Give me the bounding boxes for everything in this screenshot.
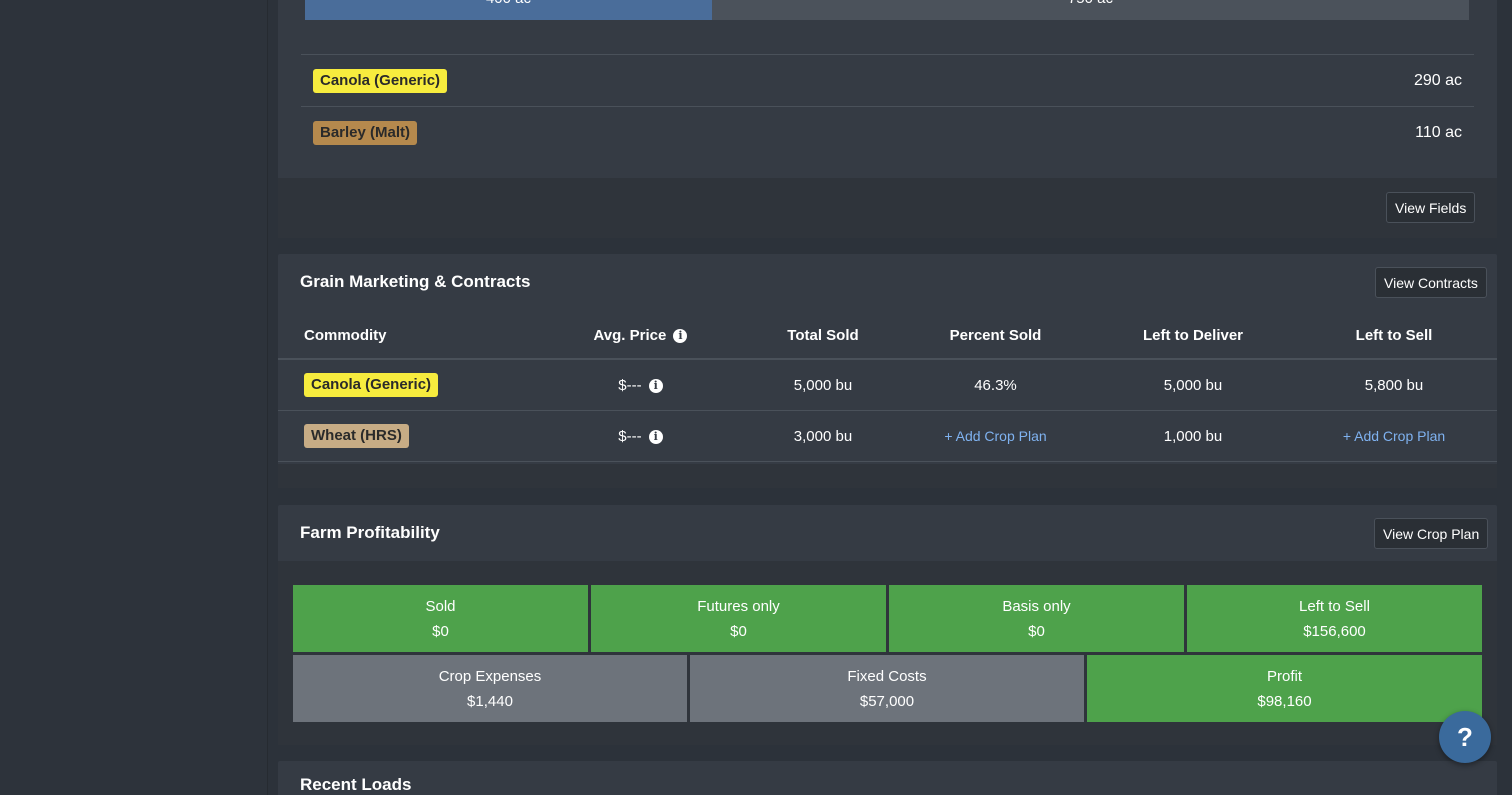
info-icon[interactable]: i [673, 328, 688, 343]
header-avg-price: Avg. Price i [538, 327, 743, 344]
fixed-costs-tile: Fixed Costs $57,000 [690, 655, 1084, 722]
table-row: Wheat (HRS) $--- i 3,000 bu + Add Crop P… [278, 411, 1497, 462]
header-left-to-deliver: Left to Deliver [1142, 326, 1244, 344]
tile-value: $0 [1028, 622, 1045, 640]
left-to-deliver-cell: 5,000 bu [1163, 376, 1223, 394]
avg-price-cell: $--- i [538, 428, 743, 445]
commodity-cell: Canola (Generic) [278, 373, 538, 397]
recent-loads-title: Recent Loads [300, 775, 412, 794]
tile-label: Fixed Costs [847, 667, 927, 685]
tile-value: $57,000 [859, 692, 915, 710]
header-commodity: Commodity [304, 326, 387, 344]
acreage-bar: 400 ac 750 ac [305, 0, 1469, 20]
avg-price-value: $--- [618, 427, 642, 445]
add-crop-plan-link[interactable]: + Add Crop Plan [944, 428, 1046, 444]
crop-acres: 290 ac [1413, 71, 1462, 89]
crop-badge-wheat: Wheat (HRS) [304, 424, 409, 448]
tile-label: Basis only [1002, 597, 1071, 615]
crop-badge-canola: Canola (Generic) [304, 373, 439, 397]
tile-value: $0 [432, 622, 449, 640]
fields-card: 400 ac 750 ac Canola (Generic) 290 ac Ba… [278, 0, 1497, 238]
acreage-segment-planned: 400 ac [305, 0, 712, 20]
view-crop-plan-button[interactable]: View Crop Plan [1374, 518, 1489, 549]
farm-profitability-card: Farm Profitability View Crop Plan Sold $… [278, 505, 1497, 745]
profit-tile: Profit $98,160 [1087, 655, 1482, 722]
help-button[interactable]: ? [1439, 711, 1491, 763]
left-to-sell-cell: + Add Crop Plan [1298, 428, 1490, 445]
grain-marketing-title: Grain Marketing & Contracts [300, 272, 531, 291]
header-total-sold: Total Sold [787, 326, 859, 344]
sidebar [0, 0, 268, 795]
grain-marketing-card: Grain Marketing & Contracts View Contrac… [278, 254, 1497, 488]
tile-label: Crop Expenses [438, 667, 542, 685]
left-to-sell-tile: Left to Sell $156,600 [1187, 585, 1482, 652]
basis-only-tile: Basis only $0 [889, 585, 1184, 652]
percent-sold-cell: + Add Crop Plan [903, 428, 1088, 445]
info-icon[interactable]: i [648, 429, 663, 444]
percent-sold-cell: 46.3% [974, 376, 1017, 394]
view-fields-button[interactable]: View Fields [1386, 192, 1476, 223]
tile-label: Sold [425, 597, 456, 615]
grain-contracts-table: Commodity Avg. Price i Total Sold Percen… [278, 312, 1497, 462]
crop-acres: 110 ac [1415, 123, 1462, 141]
view-contracts-button[interactable]: View Contracts [1375, 267, 1487, 298]
sold-tile: Sold $0 [293, 585, 588, 652]
tile-label: Futures only [697, 597, 780, 615]
tile-label: Profit [1266, 667, 1302, 685]
acreage-segment-total: 750 ac [712, 0, 1469, 20]
farm-profitability-title: Farm Profitability [300, 523, 440, 542]
tile-value: $0 [730, 622, 747, 640]
total-sold-cell: 5,000 bu [793, 376, 853, 394]
fields-card-footer: View Fields [278, 178, 1497, 238]
field-crop-row: Barley (Malt) 110 ac [301, 106, 1474, 158]
header-avg-price-label: Avg. Price [593, 326, 667, 344]
tile-value: $98,160 [1257, 692, 1312, 710]
crop-badge-canola: Canola (Generic) [313, 68, 448, 93]
info-icon[interactable]: i [648, 378, 663, 393]
help-icon: ? [1457, 721, 1473, 752]
crop-expenses-tile: Crop Expenses $1,440 [293, 655, 687, 722]
dashboard-main: 400 ac 750 ac Canola (Generic) 290 ac Ba… [278, 0, 1497, 795]
grain-card-footer [278, 464, 1497, 488]
tile-value: $1,440 [467, 692, 513, 710]
total-sold-cell: 3,000 bu [793, 427, 853, 445]
profitability-tiles: Sold $0 Futures only $0 Basis only $0 Le… [278, 561, 1497, 745]
header-percent-sold: Percent Sold [949, 326, 1042, 344]
table-row: Canola (Generic) $--- i 5,000 bu 46.3% 5… [278, 360, 1497, 411]
avg-price-cell: $--- i [538, 377, 743, 394]
recent-loads-card: Recent Loads [278, 761, 1497, 795]
commodity-cell: Wheat (HRS) [278, 424, 538, 448]
table-header-row: Commodity Avg. Price i Total Sold Percen… [278, 312, 1497, 360]
left-to-deliver-cell: 1,000 bu [1163, 427, 1223, 445]
left-to-sell-cell: 5,800 bu [1364, 376, 1424, 394]
avg-price-value: $--- [618, 376, 642, 394]
crop-badge-barley: Barley (Malt) [313, 120, 418, 145]
futures-only-tile: Futures only $0 [591, 585, 886, 652]
tile-label: Left to Sell [1299, 597, 1370, 615]
header-left-to-sell: Left to Sell [1355, 326, 1433, 344]
tile-value: $156,600 [1303, 622, 1366, 640]
field-crop-row: Canola (Generic) 290 ac [301, 54, 1474, 106]
add-crop-plan-link[interactable]: + Add Crop Plan [1343, 428, 1445, 444]
